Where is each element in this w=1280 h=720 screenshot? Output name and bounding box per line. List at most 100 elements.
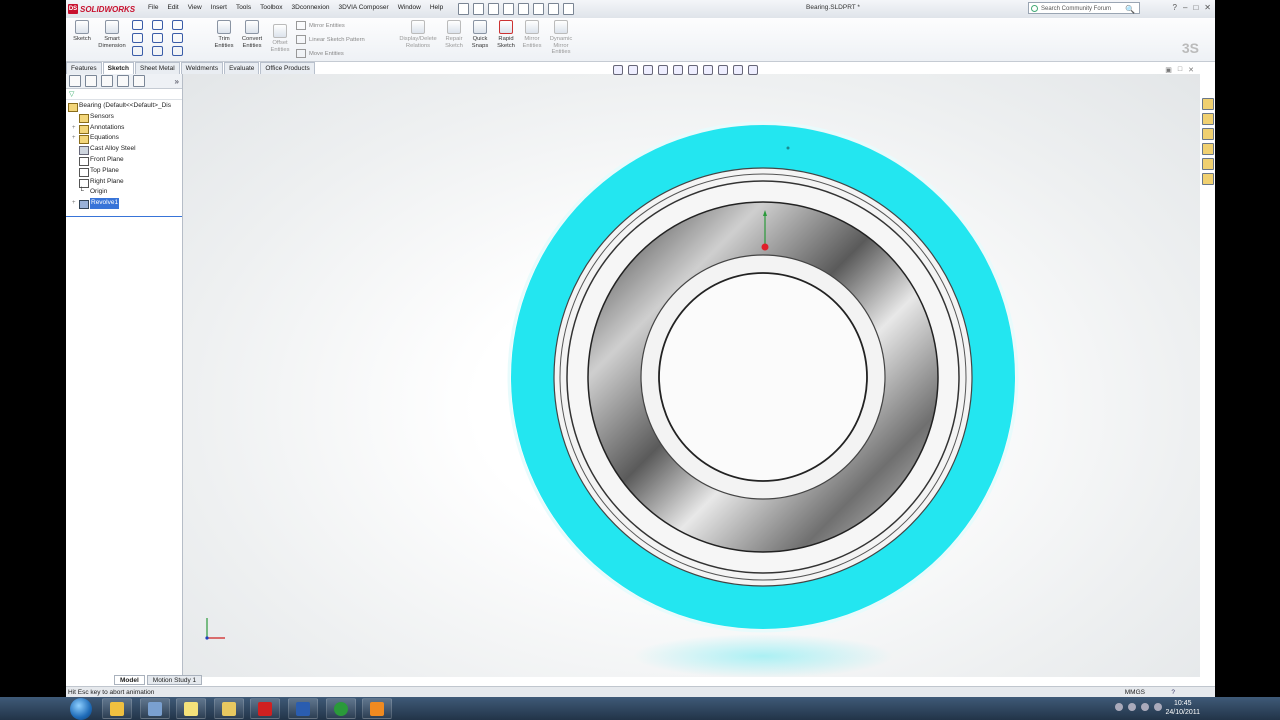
tree-filter[interactable]: ▽ [66,89,182,100]
tree-item-revolve1[interactable]: + Revolve1 [66,198,182,210]
tray-icon-3[interactable] [1141,703,1149,711]
solidworks-logo[interactable]: DS SOLIDWORKS [68,3,135,15]
menu-toolbox[interactable]: Toolbox [260,4,282,11]
convert-entities-button[interactable]: Convert Entities [238,20,266,49]
configurationmanager-icon[interactable] [101,75,113,87]
taskbar-folder[interactable] [214,698,244,719]
tray-icon-4[interactable] [1154,703,1162,711]
menu-view[interactable]: View [188,4,202,11]
viewport-restore-icon[interactable]: ▣ [1165,66,1172,74]
taskbar-network[interactable] [140,698,170,719]
menu-3dvia-composer[interactable]: 3DVIA Composer [338,4,388,11]
expand-icon[interactable]: + [72,198,76,209]
options-icon[interactable] [563,3,574,15]
tree-item-annotations[interactable]: + Annotations [66,123,182,134]
repair-sketch-button[interactable]: Repair Sketch [442,20,466,49]
featuremanager-icon[interactable] [69,75,81,87]
unit-system[interactable]: MMGS [1125,687,1145,697]
tab-motion-study-1[interactable]: Motion Study 1 [146,675,203,685]
polygon-icon[interactable] [152,46,163,56]
search-community-forum[interactable]: Search Community Forum 🔍 [1028,2,1140,14]
tree-item-material[interactable]: Cast Alloy Steel [66,144,182,156]
tab-weldments[interactable]: Weldments [180,62,224,74]
taskbar-notes[interactable] [176,698,206,719]
menu-window[interactable]: Window [398,4,421,11]
close-icon[interactable]: ✕ [1204,3,1211,12]
menu-edit[interactable]: Edit [167,4,178,11]
taskbar-solidworks[interactable] [250,698,280,719]
line-icon[interactable] [132,20,143,30]
tree-item-top-plane[interactable]: Top Plane [66,166,182,177]
print-icon[interactable] [503,3,514,15]
arc-icon[interactable] [152,33,163,43]
tab-features[interactable]: Features [66,62,102,74]
maximize-icon[interactable]: □ [1193,3,1198,12]
rebuild-icon[interactable] [548,3,559,15]
slot-icon[interactable] [132,46,143,56]
save-icon[interactable] [488,3,499,15]
taskbar-app[interactable] [326,698,356,719]
smart-dimension-button[interactable]: Smart Dimension [96,20,128,49]
start-button[interactable] [70,698,92,720]
mirror-entities-2-button[interactable]: Mirror Entities [520,20,544,49]
menu-tools[interactable]: Tools [236,4,251,11]
new-icon[interactable] [458,3,469,15]
move-entities-button[interactable]: Move Entities [296,49,344,58]
linear-sketch-pattern-button[interactable]: Linear Sketch Pattern [296,35,365,44]
viewport-maximize-icon[interactable]: □ [1178,66,1182,74]
solidworks-resources-icon[interactable] [1201,98,1214,110]
tab-sketch[interactable]: Sketch [102,62,134,74]
offset-entities-button[interactable]: Offset Entities [267,24,293,53]
spline-icon[interactable] [172,20,183,30]
tree-item-front-plane[interactable]: Front Plane [66,155,182,166]
tab-model[interactable]: Model [114,675,145,685]
appearances-icon[interactable] [1201,158,1214,170]
fillet-icon[interactable] [172,33,183,43]
menu-help[interactable]: Help [430,4,443,11]
file-explorer-icon[interactable] [1201,128,1214,140]
tab-evaluate[interactable]: Evaluate [224,62,260,74]
design-library-icon[interactable] [1201,113,1214,125]
select-icon[interactable] [533,3,544,15]
taskbar-word[interactable] [288,698,318,719]
rectangle-icon[interactable] [132,33,143,43]
status-help-icon[interactable]: ? [1171,687,1175,697]
expand-icon[interactable]: + [72,133,76,144]
search-results-icon[interactable] [1201,143,1214,155]
trim-entities-button[interactable]: Trim Entities [212,20,236,49]
taskbar-explorer[interactable] [102,698,132,719]
menu-insert[interactable]: Insert [211,4,227,11]
menu-file[interactable]: File [148,4,158,11]
quick-snaps-button[interactable]: Quick Snaps [468,20,492,49]
tree-item-equations[interactable]: + Equations [66,133,182,145]
minimize-icon[interactable]: – [1183,3,1187,12]
propertymanager-icon[interactable] [85,75,97,87]
rapid-sketch-button[interactable]: Rapid Sketch [494,20,518,49]
tree-item-sensors[interactable]: Sensors [66,112,182,123]
display-delete-relations-button[interactable]: Display/Delete Relations [396,20,440,49]
undo-icon[interactable] [518,3,529,15]
tree-item-right-plane[interactable]: Right Plane [66,177,182,188]
tab-sheet-metal[interactable]: Sheet Metal [134,62,180,74]
expand-panel-icon[interactable]: » [175,77,179,86]
display-manager-icon[interactable] [133,75,145,87]
custom-properties-icon[interactable] [1201,173,1214,185]
menu-3dconnexion[interactable]: 3Dconnexion [292,4,330,11]
expand-icon[interactable]: + [72,123,76,134]
clock[interactable]: 10:45 24/10/2011 [1165,699,1200,717]
search-icon[interactable]: 🔍 [1125,4,1135,16]
bearing-model[interactable] [183,74,1200,677]
viewport-close-icon[interactable]: ✕ [1188,66,1194,74]
open-icon[interactable] [473,3,484,15]
dynamic-mirror-button[interactable]: Dynamic Mirror Entities [546,20,576,56]
mirror-entities-button[interactable]: Mirror Entities [296,21,345,30]
tree-root[interactable]: Bearing (Default<<Default>_Dis [66,101,182,112]
text-icon[interactable] [172,46,183,56]
help-icon[interactable]: ? [1173,3,1177,12]
graphics-area[interactable]: ▣ □ ✕ [183,65,1200,677]
circle-icon[interactable] [152,20,163,30]
dimxpert-icon[interactable] [117,75,129,87]
sketch-button[interactable]: Sketch [70,20,94,43]
tree-item-origin[interactable]: └ Origin [66,187,182,198]
tab-office-products[interactable]: Office Products [260,62,315,74]
